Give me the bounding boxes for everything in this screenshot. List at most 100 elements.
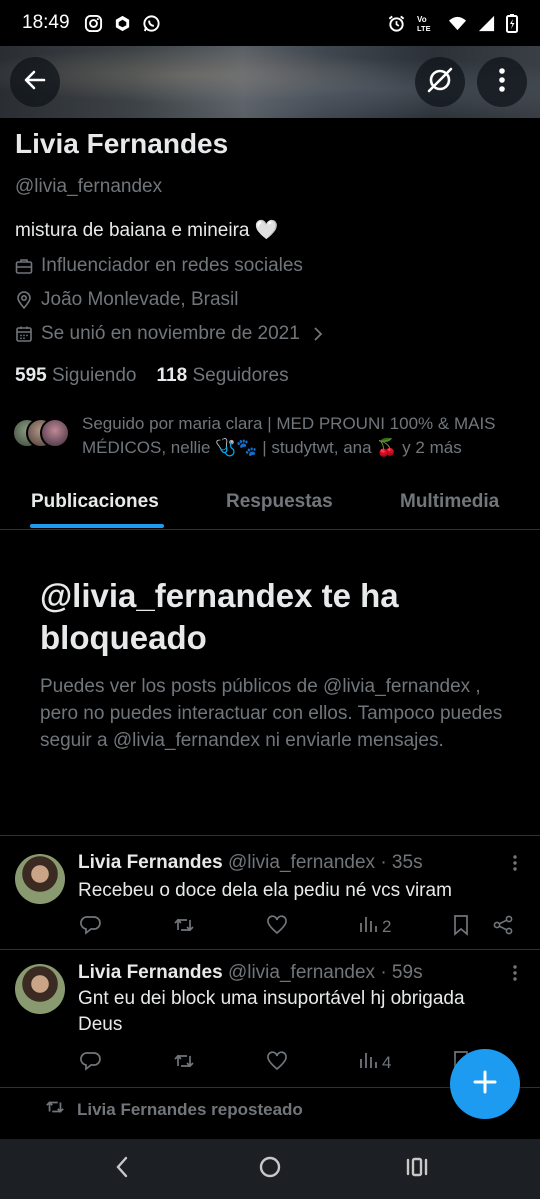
post-header: Livia Fernandes @livia_fernandex · 35s: [78, 852, 423, 874]
followed-by-avatars: [12, 418, 72, 454]
repost-label: Livia Fernandes reposteado: [77, 1099, 303, 1119]
views-button[interactable]: 4: [358, 1050, 391, 1075]
profile-info: Livia Fernandes @livia_fernandex mistura…: [0, 118, 540, 387]
like-button[interactable]: [266, 1050, 288, 1077]
post-handle: @livia_fernandex: [227, 962, 376, 983]
more-vertical-icon: [498, 67, 506, 98]
views-count: 2: [382, 916, 392, 936]
post-actions: 2: [78, 914, 518, 938]
post-header: Livia Fernandes @livia_fernandex · 59s: [78, 962, 423, 984]
dropbox-icon: [113, 14, 132, 33]
followed-by[interactable]: Seguido por maria clara | MED PROUNI 100…: [12, 412, 527, 460]
profile-handle: @livia_fernandex: [15, 176, 163, 197]
profile-name: Livia Fernandes: [15, 128, 229, 159]
post-more-button[interactable]: [512, 854, 518, 877]
chevron-right-icon: [312, 326, 324, 342]
profile-location-label: João Monlevade, Brasil: [41, 288, 239, 310]
grok-slash-icon: [426, 66, 454, 99]
location-pin-icon: [15, 290, 33, 309]
bar-chart-icon: [358, 1050, 378, 1075]
svg-text:Vo: Vo: [417, 15, 427, 24]
status-bar: 18:49 Vo LTE: [0, 0, 540, 46]
post-time: · 35s: [380, 852, 423, 873]
bar-chart-icon: [358, 914, 378, 939]
post-more-button[interactable]: [512, 964, 518, 987]
briefcase-icon: [15, 257, 33, 275]
tab-respuestas[interactable]: Respuestas: [226, 491, 333, 513]
volte-icon: Vo LTE: [416, 14, 438, 33]
system-nav-bar: [0, 1139, 540, 1199]
avatar: [40, 418, 70, 448]
more-options-button[interactable]: [477, 57, 527, 107]
instagram-icon: [84, 14, 103, 33]
bookmark-icon: [451, 914, 471, 941]
profile-tabs: Publicaciones Respuestas Multimedia: [0, 474, 540, 530]
followed-by-text: Seguido por maria clara | MED PROUNI 100…: [82, 414, 496, 457]
post-text: Recebeu o doce dela ela pediu né vcs vir…: [78, 880, 452, 901]
nav-back-button[interactable]: [102, 1149, 142, 1189]
followers-count: 118: [156, 365, 188, 386]
nav-home-button[interactable]: [250, 1149, 290, 1189]
blocked-text: Puedes ver los posts públicos de @livia_…: [40, 676, 503, 751]
avatar[interactable]: [15, 964, 65, 1014]
avatar[interactable]: [15, 854, 65, 904]
profile-category: Influenciador en redes sociales: [15, 255, 525, 276]
signal-icon: [477, 14, 496, 33]
followers-link[interactable]: 118 Seguidores: [157, 365, 289, 387]
tab-multimedia[interactable]: Multimedia: [400, 491, 499, 513]
profile-location: João Monlevade, Brasil: [15, 289, 525, 310]
reply-icon: [80, 914, 102, 941]
repost-button[interactable]: [173, 914, 195, 941]
nav-recents-button[interactable]: [397, 1149, 437, 1189]
like-button[interactable]: [266, 914, 288, 941]
blocked-title: @livia_fernandex te ha bloqueado: [40, 577, 399, 656]
profile-category-label: Influenciador en redes sociales: [41, 254, 303, 276]
following-count: 595: [15, 365, 47, 386]
arrow-left-icon: [22, 67, 48, 98]
post-author: Livia Fernandes: [78, 852, 223, 873]
whatsapp-icon: [142, 14, 161, 33]
repost-icon: [45, 1097, 65, 1122]
reply-button[interactable]: [80, 914, 102, 941]
status-time: 18:49: [22, 12, 70, 33]
share-icon: [492, 914, 514, 941]
following-link[interactable]: 595 Siguiendo: [15, 365, 137, 387]
recents-icon: [405, 1156, 429, 1183]
repost-button[interactable]: [173, 1050, 195, 1077]
more-vertical-icon: [512, 855, 518, 876]
views-count: 4: [382, 1052, 392, 1072]
profile-joined-label: Se unió en noviembre de 2021: [41, 322, 300, 344]
post-handle: @livia_fernandex: [227, 852, 376, 873]
post-time: · 59s: [380, 962, 423, 983]
active-tab-indicator: [30, 524, 164, 528]
blocked-notice: @livia_fernandex te ha bloqueado Puedes …: [40, 575, 510, 754]
tab-publicaciones[interactable]: Publicaciones: [31, 491, 159, 513]
plus-icon: [472, 1069, 498, 1100]
calendar-icon: [15, 325, 33, 343]
repost-icon: [173, 914, 195, 941]
battery-icon: [506, 14, 518, 33]
views-button[interactable]: 2: [358, 914, 391, 939]
share-button[interactable]: [492, 914, 514, 941]
followers-label: Seguidores: [192, 365, 289, 386]
post-item[interactable]: Livia Fernandes @livia_fernandex · 35s R…: [0, 835, 540, 949]
reply-button[interactable]: [80, 1050, 102, 1077]
post-text: Gnt eu dei block uma insuportável hj obr…: [78, 988, 465, 1035]
profile-joined[interactable]: Se unió en noviembre de 2021: [15, 323, 525, 344]
following-label: Siguiendo: [51, 365, 137, 386]
reply-icon: [80, 1050, 102, 1077]
compose-post-button[interactable]: [450, 1049, 520, 1119]
back-button[interactable]: [10, 57, 60, 107]
repost-icon: [173, 1050, 195, 1077]
post-author: Livia Fernandes: [78, 962, 223, 983]
repost-indicator: Livia Fernandes reposteado: [45, 1097, 303, 1122]
grok-button[interactable]: [415, 57, 465, 107]
heart-icon: [266, 914, 288, 941]
more-vertical-icon: [512, 965, 518, 986]
alarm-icon: [387, 14, 406, 33]
wifi-icon: [448, 14, 467, 33]
bookmark-button[interactable]: [451, 914, 471, 941]
follow-stats: 595 Siguiendo 118 Seguidores: [15, 365, 525, 387]
profile-bio: mistura de baiana e mineira 🤍: [15, 220, 279, 241]
home-circle-icon: [258, 1155, 282, 1184]
